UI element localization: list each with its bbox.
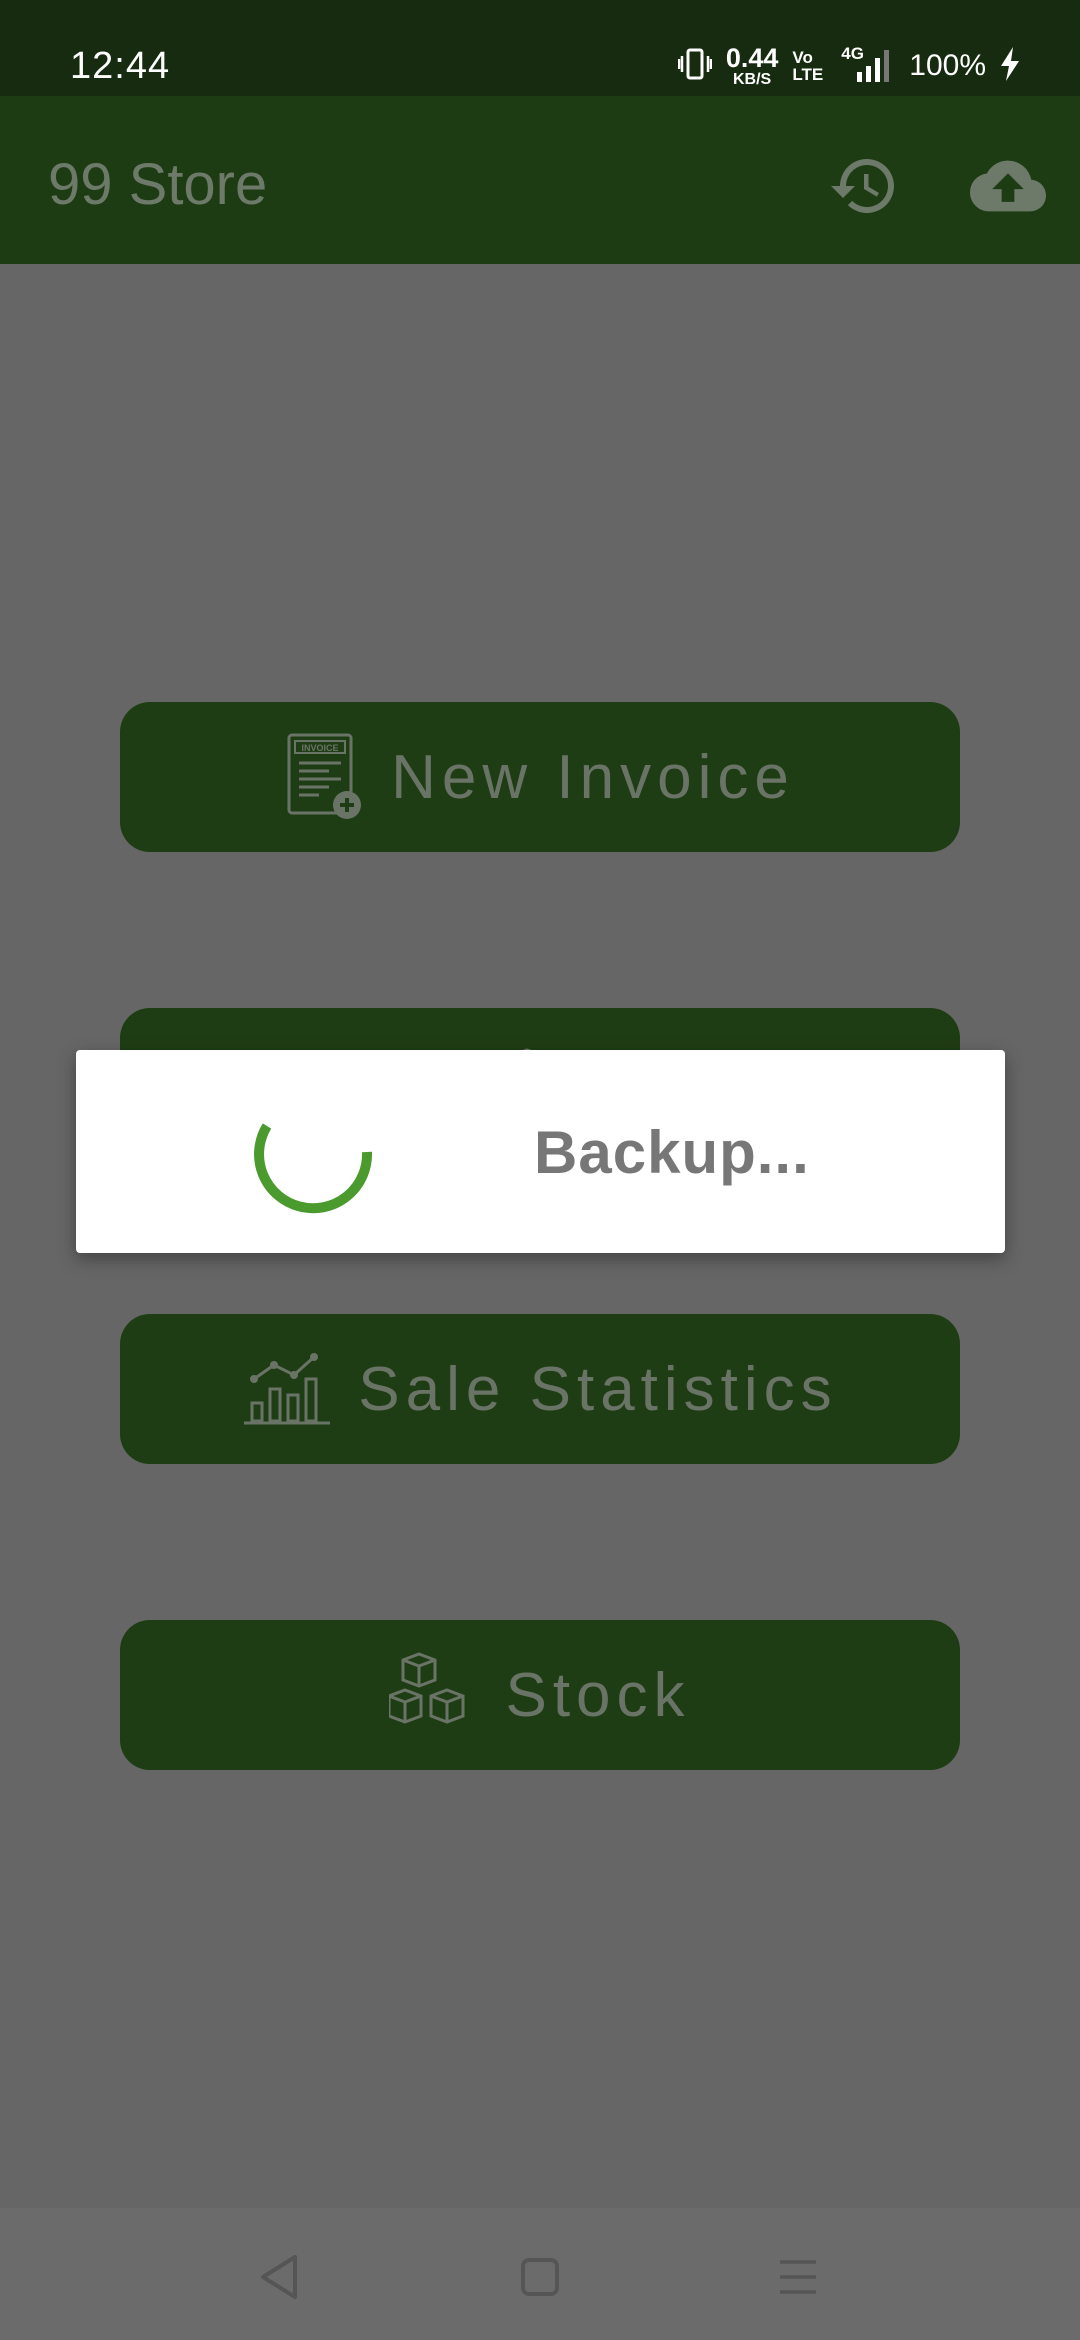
backup-button[interactable] — [960, 140, 1056, 236]
progress-spinner — [254, 1123, 373, 1214]
back-icon — [257, 2253, 301, 2306]
cloud-upload-icon — [970, 148, 1046, 229]
svg-text:INVOICE: INVOICE — [302, 743, 339, 753]
statistics-chart-icon — [242, 1353, 332, 1425]
recents-button[interactable] — [763, 2244, 833, 2314]
network-speed: 0.44 KB/S — [725, 42, 779, 88]
home-icon — [520, 2257, 560, 2302]
app-title: 99 Store — [48, 152, 268, 217]
new-invoice-label: New Invoice — [391, 742, 795, 812]
navigation-bar — [0, 2208, 1080, 2340]
status-icons: 0.44 KB/S Vo LTE 4G 100% — [677, 42, 1020, 88]
vibrate-icon — [677, 48, 713, 85]
invoice-add-icon: INVOICE — [285, 731, 365, 823]
back-button[interactable] — [244, 2244, 314, 2314]
status-bar: 12:44 0.44 KB/S Vo LTE 4G 100% — [0, 0, 1080, 96]
backup-progress-dialog: Backup... — [76, 1050, 1005, 1253]
dialog-message: Backup... — [534, 1119, 810, 1186]
stock-label: Stock — [505, 1660, 691, 1730]
volte-indicator: Vo LTE — [792, 48, 824, 84]
history-button[interactable] — [816, 140, 912, 236]
status-time: 12:44 — [70, 45, 171, 87]
stock-button[interactable]: Stock — [120, 1620, 960, 1770]
signal-icon: 4G — [837, 44, 895, 84]
sale-statistics-button[interactable]: Sale Statistics — [120, 1314, 960, 1464]
home-button[interactable] — [505, 2244, 575, 2314]
battery-level: 100% — [909, 49, 986, 82]
new-invoice-button[interactable]: INVOICE New Invoice — [120, 702, 960, 852]
history-icon — [828, 150, 900, 227]
stock-boxes-icon — [389, 1650, 479, 1740]
charging-icon — [1000, 46, 1020, 86]
sale-statistics-label: Sale Statistics — [358, 1354, 838, 1424]
app-bar: 99 Store — [0, 96, 1080, 264]
recents-icon — [778, 2258, 818, 2301]
